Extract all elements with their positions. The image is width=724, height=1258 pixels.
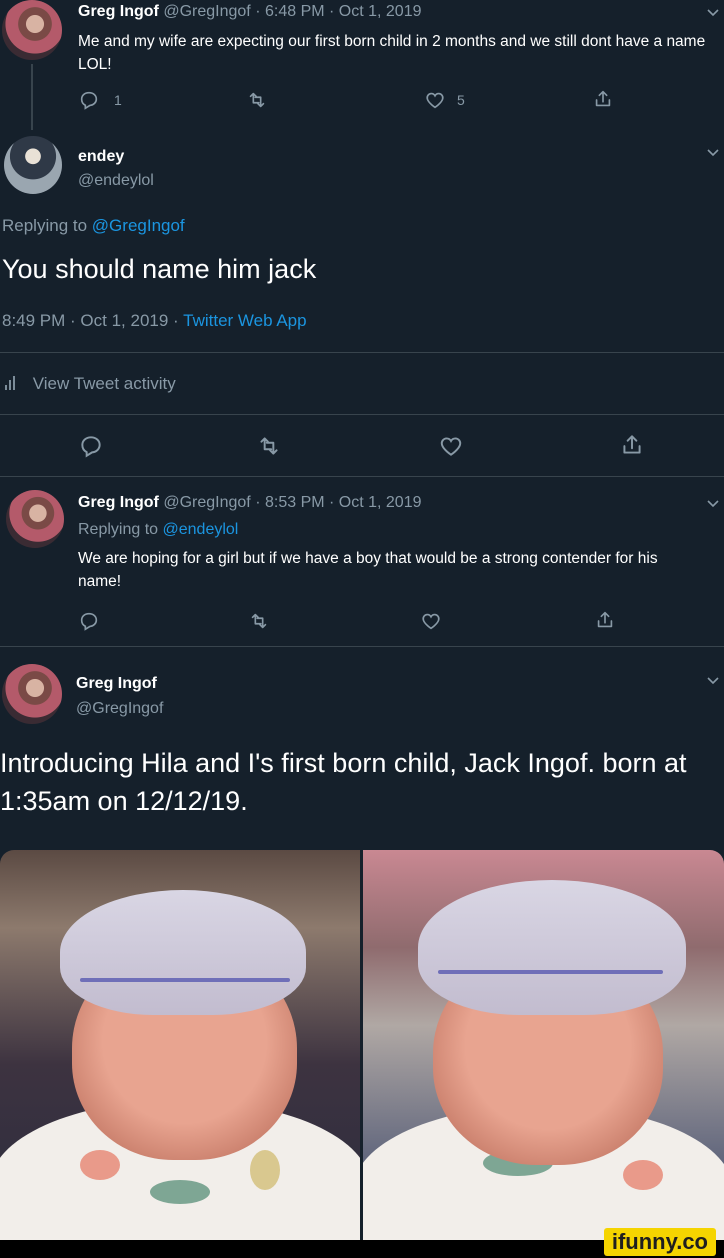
- divider: [0, 476, 724, 477]
- divider: [0, 414, 724, 415]
- tweet-text: You should name him jack: [2, 254, 317, 284]
- tweet-meta: · 8:53 PM · Oct 1, 2019: [255, 494, 422, 511]
- author-name[interactable]: Greg Ingof: [78, 494, 159, 511]
- source-link[interactable]: Twitter Web App: [183, 311, 306, 330]
- chevron-down-icon[interactable]: [706, 676, 720, 686]
- reply-count: 1: [114, 92, 122, 108]
- author-name[interactable]: endey: [78, 148, 124, 166]
- like-count: 5: [457, 92, 465, 108]
- photo-right[interactable]: [363, 850, 724, 1240]
- bar-chart-icon: [4, 375, 16, 391]
- avatar[interactable]: [4, 136, 62, 194]
- author-handle[interactable]: @GregIngof: [76, 700, 163, 718]
- thread-line: [31, 64, 33, 130]
- tweet-header: Greg Ingof @GregIngof · 6:48 PM · Oct 1,…: [78, 3, 422, 21]
- reply-icon[interactable]: [78, 610, 100, 632]
- author-name[interactable]: Greg Ingof: [76, 675, 157, 693]
- chevron-down-icon[interactable]: [706, 8, 720, 18]
- replying-label: Replying to: [2, 216, 88, 235]
- replying-to: Replying to @endeylol: [78, 521, 238, 539]
- author-handle[interactable]: @GregIngof: [163, 494, 250, 511]
- view-tweet-activity[interactable]: View Tweet activity: [4, 374, 176, 394]
- replying-label: Replying to: [78, 521, 159, 538]
- activity-label: View Tweet activity: [32, 374, 176, 393]
- divider: [0, 352, 724, 353]
- retweet-icon[interactable]: [246, 89, 268, 111]
- reply-icon[interactable]: [78, 433, 104, 459]
- tweet-timestamp-row: 8:49 PM · Oct 1, 2019 · Twitter Web App: [2, 311, 307, 331]
- like-icon[interactable]: [424, 89, 446, 111]
- tweet-timestamp[interactable]: 8:49 PM · Oct 1, 2019 ·: [2, 311, 179, 330]
- tweet-text: We are hoping for a girl but if we have …: [78, 550, 658, 590]
- retweet-icon[interactable]: [256, 433, 282, 459]
- divider: [0, 646, 724, 647]
- author-name[interactable]: Greg Ingof: [78, 3, 159, 20]
- like-icon[interactable]: [420, 610, 442, 632]
- share-icon[interactable]: [619, 432, 645, 458]
- replying-handle-link[interactable]: @GregIngof: [92, 216, 185, 235]
- like-icon[interactable]: [438, 433, 464, 459]
- avatar[interactable]: [6, 490, 64, 548]
- avatar[interactable]: [2, 664, 62, 724]
- watermark: ifunny.co: [603, 1228, 716, 1256]
- chevron-down-icon[interactable]: [706, 148, 720, 158]
- replying-to: Replying to @GregIngof: [2, 216, 185, 236]
- share-icon[interactable]: [592, 88, 614, 110]
- avatar[interactable]: [2, 0, 62, 60]
- tweet-header: Greg Ingof @GregIngof · 8:53 PM · Oct 1,…: [78, 494, 422, 512]
- tweet-meta: · 6:48 PM · Oct 1, 2019: [255, 3, 422, 20]
- tweet-text: Me and my wife are expecting our first b…: [78, 33, 706, 73]
- author-handle[interactable]: @endeylol: [78, 172, 154, 190]
- retweet-icon[interactable]: [248, 610, 270, 632]
- share-icon[interactable]: [594, 609, 616, 631]
- tweet-text: Introducing Hila and I's first born chil…: [0, 748, 687, 816]
- photo-left[interactable]: [0, 850, 360, 1240]
- author-handle[interactable]: @GregIngof: [163, 3, 250, 20]
- replying-handle-link[interactable]: @endeylol: [163, 521, 239, 538]
- chevron-down-icon[interactable]: [706, 499, 720, 509]
- reply-icon[interactable]: [78, 89, 100, 111]
